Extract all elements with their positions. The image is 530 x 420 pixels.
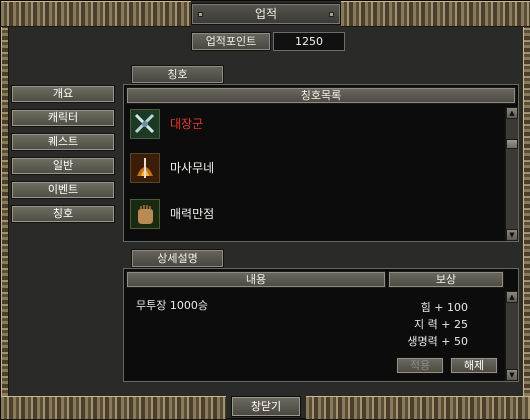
title-list-header: 칭호목록 (126, 87, 516, 104)
nav-title[interactable]: 칭호 (11, 205, 115, 223)
scroll-up-icon[interactable]: ▲ (506, 107, 518, 119)
close-window-button[interactable]: 창닫기 (231, 396, 301, 417)
scroll-thumb[interactable] (506, 139, 518, 149)
achievement-points-value: 1250 (273, 32, 345, 51)
title-name-masamune: 마사무네 (170, 161, 215, 175)
bottom-left-ornament (1, 396, 226, 420)
achievement-window: 업적 업적포인트 1250 개요 캐릭터 퀘스트 일반 이벤트 칭호 칭호 칭호… (0, 0, 530, 420)
title-bar[interactable]: 업적 (191, 3, 341, 25)
nav-overview[interactable]: 개요 (11, 85, 115, 103)
detail-reward-header: 보상 (388, 271, 504, 288)
left-ornament (1, 27, 9, 396)
title-item-charming[interactable]: 매력만점 (130, 199, 500, 233)
detail-panel: 내용 보상 무투장 1000승 힘 + 100 지 력 + 25 생명력 + 5… (123, 268, 519, 382)
title-list-panel: 칭호목록 대장군 마사무네 매력만점 ▲ ▼ (123, 84, 519, 242)
detail-content-header: 내용 (126, 271, 386, 288)
reward-line: 지 력 + 25 (414, 318, 468, 331)
right-ornament (523, 27, 530, 396)
remove-button[interactable]: 해제 (450, 357, 498, 374)
nav-general[interactable]: 일반 (11, 157, 115, 175)
tab-title[interactable]: 칭호 (131, 65, 224, 84)
detail-scrollbar[interactable]: ▲ ▼ (505, 291, 518, 381)
fire-sword-icon (130, 153, 160, 183)
top-left-ornament (1, 1, 191, 27)
window-title: 업적 (254, 7, 278, 21)
crossed-swords-icon (130, 109, 160, 139)
reward-line: 생명력 + 50 (407, 335, 468, 348)
nav-event[interactable]: 이벤트 (11, 181, 115, 199)
reward-line: 힘 + 100 (420, 301, 468, 314)
detail-content-text: 무투장 1000승 (136, 299, 208, 312)
title-name-charming: 매력만점 (170, 207, 215, 221)
title-dot-right (329, 12, 334, 17)
achievement-points-label: 업적포인트 (191, 32, 271, 51)
title-item-masamune[interactable]: 마사무네 (130, 153, 500, 187)
top-right-ornament (341, 1, 530, 27)
scroll-down-icon[interactable]: ▼ (506, 369, 518, 381)
nav-character[interactable]: 캐릭터 (11, 109, 115, 127)
scroll-down-icon[interactable]: ▼ (506, 229, 518, 241)
title-item-general[interactable]: 대장군 (130, 109, 500, 143)
tab-detail[interactable]: 상세설명 (131, 249, 224, 268)
title-name-general: 대장군 (170, 117, 204, 131)
nav-quest[interactable]: 퀘스트 (11, 133, 115, 151)
apply-button[interactable]: 적용 (396, 357, 444, 374)
title-list-scrollbar[interactable]: ▲ ▼ (505, 107, 518, 241)
bottom-right-ornament (306, 396, 530, 420)
hand-icon (130, 199, 160, 229)
scroll-up-icon[interactable]: ▲ (506, 291, 518, 303)
